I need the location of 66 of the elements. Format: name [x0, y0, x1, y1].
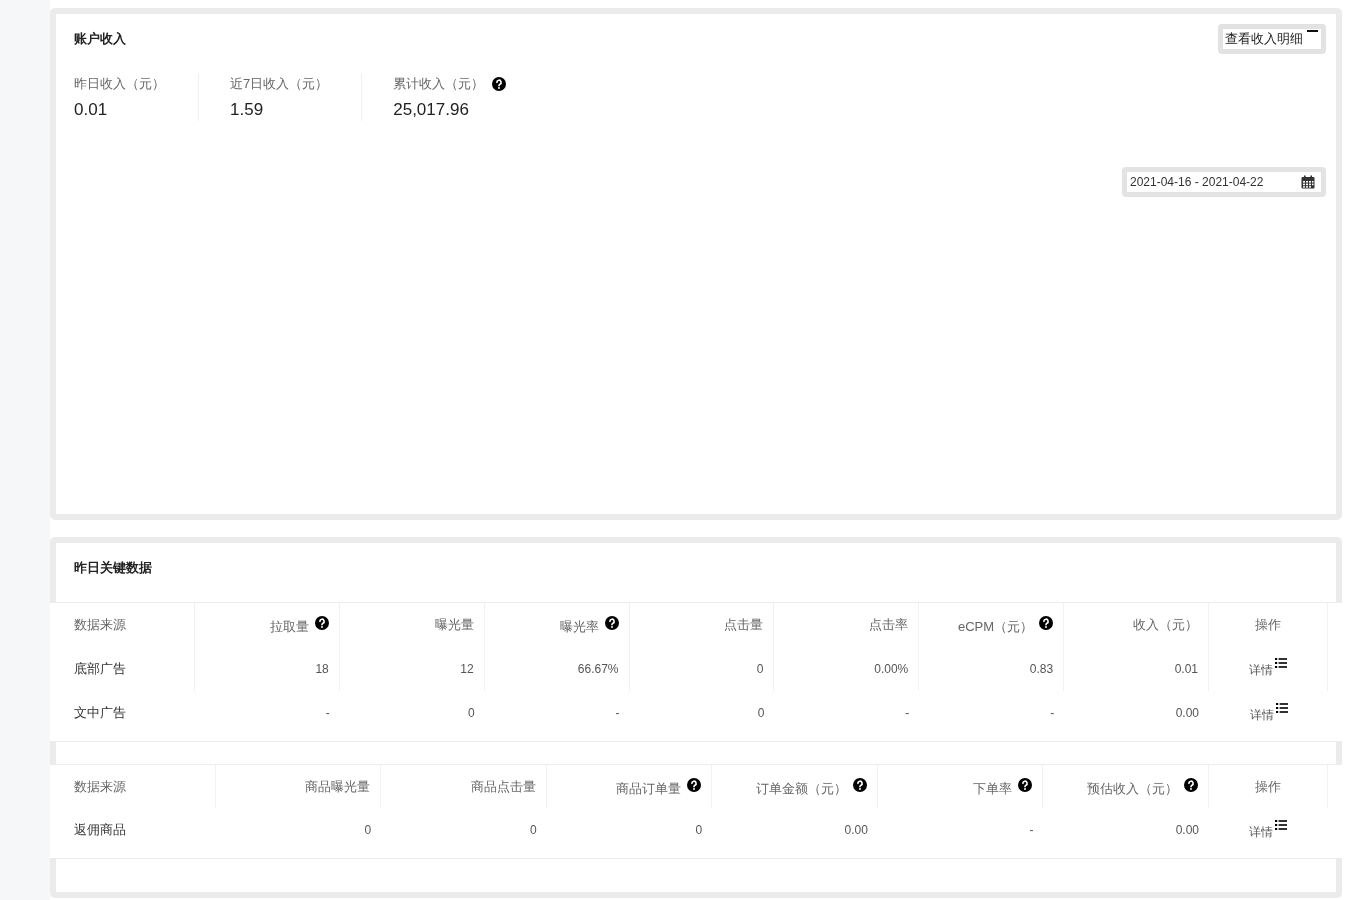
column-header: 商品订单量: [616, 780, 682, 798]
table-cell: 66.67%: [577, 661, 619, 676]
column-header: 订单金额（元）: [755, 780, 847, 798]
table-cell: 0.00%: [874, 661, 909, 676]
column-header: 商品点击量: [470, 777, 536, 796]
stat-label: 累计收入（元）: [393, 75, 485, 93]
income-detail-button[interactable]: 查看收入明细: [1218, 24, 1326, 54]
table-cell: 0: [756, 661, 764, 676]
help-icon[interactable]: [314, 615, 329, 630]
table-cell: 0: [530, 823, 537, 837]
list-icon: [1275, 819, 1288, 830]
stat-value: 25,017.96: [393, 99, 470, 121]
list-icon: [1275, 658, 1287, 668]
calendar-icon: [1301, 175, 1315, 189]
minus-icon: [1307, 30, 1318, 32]
table-cell: -: [1050, 706, 1055, 720]
table-cell: 文中广告: [74, 704, 126, 722]
column-header: 曝光率: [559, 618, 599, 636]
table-cell: -: [1029, 823, 1034, 837]
table-cell: 0.01: [1174, 661, 1198, 676]
table-cell: -: [615, 706, 620, 720]
column-header: 数据来源: [74, 777, 126, 796]
column-header: 数据来源: [74, 615, 126, 634]
column-header: 预估收入（元）: [1087, 780, 1178, 798]
column-header: 收入（元）: [1133, 615, 1198, 634]
help-icon[interactable]: [852, 777, 867, 792]
table-cell: 0.00: [844, 823, 868, 837]
table-cell: 返佣商品: [74, 821, 126, 839]
help-icon[interactable]: [1018, 777, 1033, 792]
table-cell: 18: [315, 661, 329, 676]
list-icon: [1275, 702, 1288, 713]
table-cell: 0: [467, 706, 475, 720]
column-header: eCPM（元）: [958, 618, 1034, 636]
column-header: 拉取量: [269, 618, 309, 636]
help-icon[interactable]: [1039, 615, 1054, 630]
table-cell: -: [905, 706, 910, 720]
table-cell: 0: [695, 823, 703, 837]
stat-value: 0.01: [74, 99, 109, 121]
table-cell: 0.83: [1029, 661, 1054, 676]
column-header: 下单率: [973, 780, 1013, 798]
column-header: 操作: [1255, 615, 1281, 634]
help-icon[interactable]: [687, 777, 702, 792]
stat-label: 近7日收入（元）: [230, 75, 329, 93]
help-icon[interactable]: [604, 615, 619, 630]
detail-link[interactable]: 详情: [1249, 702, 1288, 724]
detail-link[interactable]: 详情: [1249, 658, 1287, 679]
stat-label: 昨日收入（元）: [74, 75, 165, 93]
table-cell: 12: [460, 661, 474, 676]
column-header: 点击率: [869, 615, 909, 634]
column-header: 操作: [1255, 777, 1281, 796]
table-cell: 底部广告: [74, 659, 126, 678]
panel-title: 昨日关键数据: [73, 559, 153, 577]
table-cell: -: [325, 706, 330, 720]
table-cell: 0.00: [1175, 706, 1199, 720]
table-cell: 0: [364, 823, 372, 837]
stat-value: 1.59: [230, 99, 265, 121]
panel-title: 账户收入: [74, 30, 126, 48]
column-header: 曝光量: [434, 615, 474, 634]
help-icon[interactable]: [492, 77, 507, 91]
table-cell: 0: [757, 706, 765, 720]
help-icon[interactable]: [1184, 777, 1198, 792]
table-cell: 0.00: [1175, 823, 1199, 837]
column-header: 点击量: [724, 615, 764, 634]
column-header: 商品曝光量: [305, 777, 371, 796]
detail-link[interactable]: 详情: [1249, 819, 1288, 841]
date-range-field[interactable]: 2021-04-16 - 2021-04-22: [1122, 167, 1326, 197]
